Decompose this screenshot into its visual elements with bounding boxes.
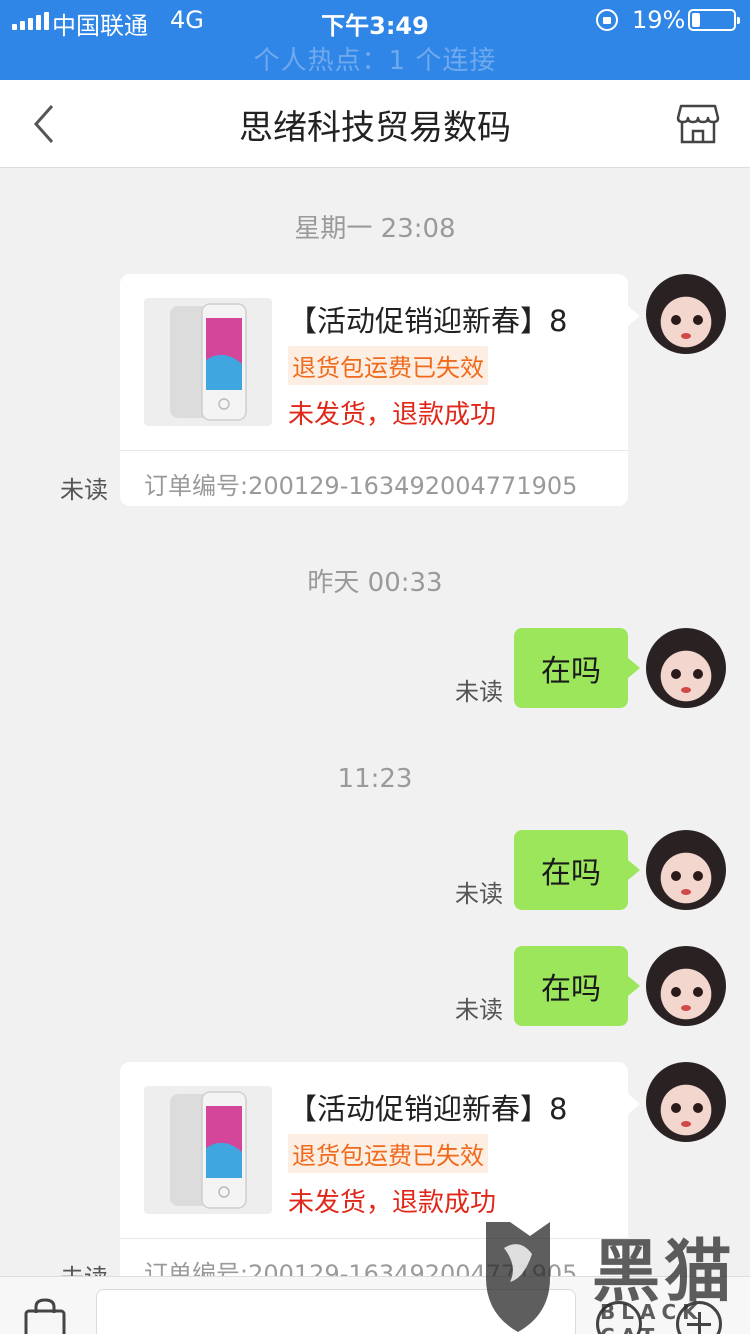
avatar[interactable]: [646, 1062, 726, 1142]
product-title: 【活动促销迎新春】8: [288, 1092, 568, 1126]
message-bubble[interactable]: 在吗: [514, 628, 640, 708]
page-title: 思绪科技贸易数码: [239, 108, 511, 148]
order-card[interactable]: 【活动促销迎新春】8 退货包运费已失效 未发货，退款成功 订单编号:200129…: [120, 1062, 640, 1294]
order-card[interactable]: 【活动促销迎新春】8 退货包运费已失效 未发货，退款成功 订单编号:200129…: [120, 274, 640, 506]
divider: [120, 1238, 628, 1239]
avatar[interactable]: [646, 830, 726, 910]
lock-icon: [596, 9, 618, 31]
battery-percent: 19%: [632, 6, 686, 34]
avatar[interactable]: [646, 628, 726, 708]
return-shipping-tag: 退货包运费已失效: [288, 1134, 488, 1173]
return-shipping-tag: 退货包运费已失效: [288, 346, 488, 385]
battery-icon: [688, 9, 740, 31]
unread-label: 未读: [455, 678, 503, 706]
message-bubble[interactable]: 在吗: [514, 946, 640, 1026]
timestamp: 11:23: [337, 764, 413, 794]
hotspot-banner[interactable]: 个人热点：1 个连接: [0, 40, 750, 77]
shop-icon[interactable]: [676, 102, 720, 146]
unread-label: 未读: [455, 996, 503, 1024]
bag-icon[interactable]: [22, 1297, 68, 1334]
nav-bar: 思绪科技贸易数码: [0, 80, 750, 168]
order-status: 未发货，退款成功: [288, 1188, 497, 1218]
watermark-brand-en: BLACK CAT: [600, 1300, 704, 1334]
product-thumbnail: [144, 1086, 272, 1214]
product-title: 【活动促销迎新春】8: [288, 304, 568, 338]
avatar[interactable]: [646, 946, 726, 1026]
avatar[interactable]: [646, 274, 726, 354]
product-thumbnail: [144, 298, 272, 426]
unread-label: 未读: [60, 476, 108, 504]
unread-label: 未读: [455, 880, 503, 908]
order-status: 未发货，退款成功: [288, 400, 497, 430]
order-number: 订单编号:200129-163492004771905: [144, 472, 578, 500]
message-input[interactable]: [96, 1289, 576, 1334]
timestamp: 昨天 00:33: [307, 568, 443, 598]
status-bar: 中国联通 4G 下午3:49 19% 个人热点：1 个连接: [0, 0, 750, 80]
divider: [120, 450, 628, 451]
timestamp: 星期一 23:08: [294, 214, 456, 244]
message-bubble[interactable]: 在吗: [514, 830, 640, 910]
